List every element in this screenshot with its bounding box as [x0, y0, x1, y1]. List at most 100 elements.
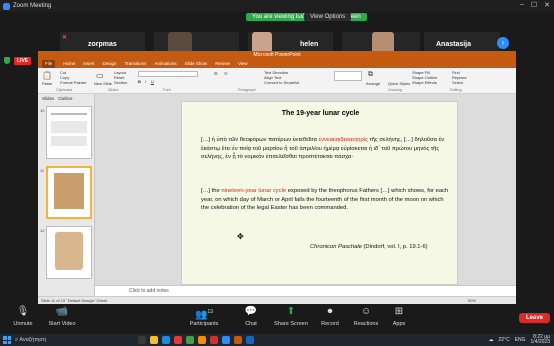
live-badge: LIVE	[14, 57, 32, 65]
section-button[interactable]: Section	[114, 80, 127, 85]
paste-button[interactable]: Paste	[42, 81, 52, 86]
zoom-app-icon[interactable]	[222, 336, 230, 344]
maximize-icon[interactable]: ☐	[531, 1, 537, 9]
apps-icon: ⊞	[394, 306, 404, 317]
paste-icon[interactable]: 📋	[42, 71, 52, 80]
thumbnail-number: 11	[40, 168, 45, 173]
participants-label: Participants	[189, 321, 219, 327]
convert-smartart-button[interactable]: Convert to SmartArt	[264, 80, 299, 85]
tab-file[interactable]: File	[42, 60, 56, 68]
record-button[interactable]: ⏺ Record	[316, 306, 344, 327]
participants-button[interactable]: 👥13 Participants	[186, 306, 222, 327]
minimize-icon[interactable]: –	[520, 1, 524, 9]
source-citation: Chronicon Paschale (Dindorf, vol. I, p. …	[310, 243, 450, 252]
new-slide-button[interactable]: New Slide	[94, 81, 112, 86]
video-off-icon: 📹	[55, 306, 69, 317]
chat-icon: 💬	[244, 306, 258, 317]
tab-insert[interactable]: Insert	[83, 60, 94, 68]
tab-slide-show[interactable]: Slide Show	[185, 60, 208, 68]
tab-animations[interactable]: Animations	[154, 60, 176, 68]
clock[interactable]: 8:22 μμ 1/4/2023	[531, 335, 550, 345]
tab-design[interactable]: Design	[103, 60, 117, 68]
source-reference: (Dindorf, vol. I, p. 19.1-6)	[361, 244, 428, 250]
start-video-button[interactable]: 📹 Start Video	[42, 306, 82, 327]
view-options-button[interactable]: View Options	[304, 13, 352, 21]
clipboard-group-label: Clipboard	[56, 88, 73, 92]
arrange-button[interactable]: Arrange	[366, 81, 380, 86]
ppt-ribbon: 📋 Paste Cut Copy Format Painter Clipboar…	[38, 68, 516, 94]
chat-label: Chat	[245, 321, 257, 327]
slide-title: The 19-year lunar cycle	[281, 110, 360, 117]
taskbar-search[interactable]: ⌕ Αναζήτηση	[15, 336, 75, 344]
app-icon-red-2[interactable]	[210, 336, 218, 344]
quick-styles-button[interactable]: Quick Styles	[388, 81, 410, 86]
reactions-label: Reactions	[353, 321, 379, 327]
english-highlight: nineteen-year lunar cycle	[221, 188, 287, 194]
tab-review[interactable]: Review	[215, 60, 230, 68]
task-view-icon[interactable]	[138, 336, 146, 344]
share-screen-button[interactable]: ⬆ Share Screen	[272, 306, 310, 327]
english-text-start: […] the	[201, 188, 222, 194]
reactions-button[interactable]: ☺ Reactions	[350, 306, 382, 327]
new-slide-icon[interactable]: ▭	[96, 71, 104, 80]
search-placeholder: Αναζήτηση	[19, 337, 46, 343]
microphone-muted-icon: 🎙	[16, 306, 30, 317]
leave-button[interactable]: Leave	[518, 313, 550, 323]
zoom-logo-icon	[3, 2, 10, 10]
bullets-icon[interactable]: ☰	[214, 71, 218, 76]
slide-thumbnail[interactable]	[46, 226, 92, 279]
greek-quote: […] ἡ ὑπὸ τῶν θεοφόρων πατέρων ἐκτεθεῖσα…	[201, 136, 461, 162]
language-indicator[interactable]: ENG	[515, 337, 526, 343]
slide-thumbnail[interactable]	[46, 106, 92, 159]
numbering-icon[interactable]: ☷	[224, 71, 228, 76]
notes-pane[interactable]: Click to add notes	[95, 285, 516, 296]
reactions-icon: ☺	[360, 306, 372, 317]
shared-powerpoint-window: Microsoft PowerPoint File Home Insert De…	[38, 51, 516, 304]
shapes-gallery[interactable]	[334, 71, 362, 81]
english-translation: […] the nineteen-year lunar cycle expose…	[201, 187, 451, 213]
status-slide-info: Slide 11 of 19 "Default Design" Greek	[41, 298, 108, 303]
current-slide[interactable]: The 19-year lunar cycle […] ἡ ὑπὸ τῶν θε…	[181, 101, 458, 285]
font-name-select[interactable]	[138, 71, 198, 77]
app-icon-green[interactable]	[186, 336, 194, 344]
system-tray: ☁ 22°C ENG 8:22 μμ 1/4/2023	[489, 335, 550, 345]
powerpoint-app-icon[interactable]	[234, 336, 242, 344]
tab-transitions[interactable]: Transitions	[125, 60, 147, 68]
greek-highlight: ἐννεακαιδεκαετηρίς	[318, 137, 368, 143]
slide-thumbnail-selected[interactable]	[46, 166, 92, 219]
share-screen-icon: ⬆	[286, 306, 296, 317]
tab-slides[interactable]: Slides	[42, 96, 54, 101]
record-label: Record	[321, 321, 339, 327]
bold-button[interactable]: B	[138, 79, 141, 84]
shape-effects-button[interactable]: Shape Effects	[412, 80, 437, 85]
tab-view[interactable]: View	[238, 60, 248, 68]
chat-button[interactable]: 💬 Chat	[238, 306, 264, 327]
greek-text-start: […] ἡ ὑπὸ τῶν θεοφόρων πατέρων ἐκτεθεῖσα	[201, 137, 319, 143]
tab-outline[interactable]: Outline	[58, 96, 72, 101]
unmute-button[interactable]: 🎙 Unmute	[6, 306, 40, 327]
muted-mic-icon: ✖	[62, 35, 68, 41]
tab-home[interactable]: Home	[63, 60, 75, 68]
thumbnail-number: 12	[40, 228, 45, 233]
italic-button[interactable]: I	[145, 79, 146, 84]
paragraph-group-label: Paragraph	[238, 88, 256, 92]
weather-temperature[interactable]: 22°C	[499, 337, 510, 343]
close-icon[interactable]: ✕	[544, 1, 550, 9]
edge-icon[interactable]	[162, 336, 170, 344]
windows-start-icon[interactable]	[3, 336, 11, 344]
app-icon-orange[interactable]	[198, 336, 206, 344]
security-shield-icon	[4, 57, 10, 64]
source-title: Chronicon Paschale	[310, 244, 362, 250]
app-icon-red[interactable]	[174, 336, 182, 344]
record-icon: ⏺	[327, 306, 333, 317]
format-painter-button[interactable]: Format Painter	[60, 80, 86, 85]
word-app-icon[interactable]	[246, 336, 254, 344]
next-participants-button[interactable]: ›	[497, 37, 509, 49]
arrange-icon[interactable]: ⧉	[368, 71, 373, 79]
file-explorer-icon[interactable]	[150, 336, 158, 344]
select-button[interactable]: Select	[452, 80, 463, 85]
participant-name: Anastasija	[436, 41, 472, 48]
zoom-level[interactable]: 90%	[468, 298, 476, 303]
apps-button[interactable]: ⊞ Apps	[388, 306, 410, 327]
underline-button[interactable]: U	[151, 79, 154, 84]
